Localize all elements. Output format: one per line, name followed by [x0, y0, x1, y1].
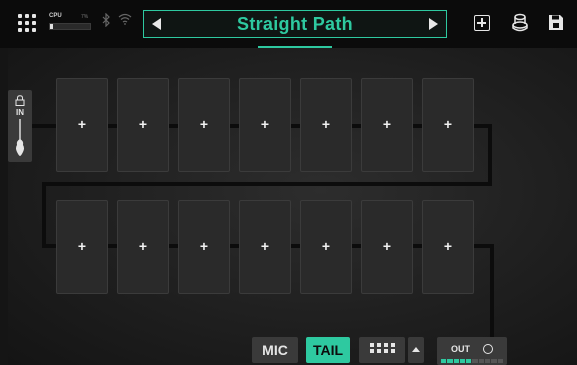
wire-right-down-2 [490, 244, 494, 341]
add-block-plus: + [199, 116, 209, 132]
tuner-icon[interactable] [511, 13, 529, 33]
add-block-plus: + [382, 116, 392, 132]
apps-grid-icon[interactable] [18, 14, 36, 32]
next-preset-icon[interactable] [429, 18, 438, 30]
meter-segment [459, 359, 466, 363]
mic-button[interactable]: MIC [252, 337, 298, 363]
save-icon[interactable] [548, 14, 564, 31]
input-label: IN [16, 108, 24, 117]
add-block-plus: + [260, 238, 270, 254]
add-block-plus: + [138, 116, 148, 132]
add-block-plus: + [443, 116, 453, 132]
meter-segment [478, 359, 485, 363]
meter-segment [441, 359, 447, 363]
block-slot[interactable]: + [239, 200, 291, 294]
cpu-label: CPU [49, 13, 62, 19]
block-slot[interactable]: + [300, 200, 352, 294]
block-slot[interactable]: + [178, 200, 230, 294]
tail-button[interactable]: TAIL [306, 337, 350, 363]
previous-preset-icon[interactable] [152, 18, 161, 30]
meter-segment [485, 359, 491, 363]
add-block-plus: + [382, 238, 392, 254]
block-slot[interactable]: + [239, 78, 291, 172]
add-block-plus: + [321, 238, 331, 254]
meter-segment [466, 359, 472, 363]
add-block-plus: + [199, 238, 209, 254]
add-block-plus: + [77, 116, 87, 132]
block-slot[interactable]: + [422, 200, 474, 294]
meter-segment [447, 359, 453, 363]
block-slot[interactable]: + [300, 78, 352, 172]
add-block-icon[interactable] [474, 15, 490, 31]
block-slot[interactable]: + [422, 78, 474, 172]
add-block-plus: + [321, 116, 331, 132]
layout-grid-icon [370, 343, 395, 353]
wifi-icon [118, 13, 132, 25]
wire-left-down [42, 182, 46, 248]
block-slot[interactable]: + [178, 78, 230, 172]
block-slot[interactable]: + [56, 78, 108, 172]
wire-return [42, 182, 492, 186]
add-block-plus: + [138, 238, 148, 254]
preset-name[interactable]: Straight Path [174, 14, 416, 35]
layout-grid-button[interactable] [359, 337, 405, 363]
add-block-plus: + [77, 238, 87, 254]
block-slot[interactable]: + [117, 78, 169, 172]
add-block-plus: + [260, 116, 270, 132]
block-slot[interactable]: + [117, 200, 169, 294]
lock-icon[interactable] [15, 95, 25, 106]
output-block[interactable]: OUT [437, 337, 507, 365]
preset-selector: Straight Path [143, 10, 447, 38]
wire-right-down-1 [488, 124, 492, 186]
output-level-meter [441, 359, 503, 363]
meter-segment [472, 359, 478, 363]
cpu-bar-fill [50, 24, 53, 29]
meter-segment [453, 359, 459, 363]
guitar-icon [16, 119, 24, 156]
meter-segment [497, 359, 503, 363]
output-ring-icon [483, 344, 493, 354]
top-bar: CPU 7% Straight Path [0, 0, 577, 48]
meter-segment [491, 359, 497, 363]
bluetooth-icon [102, 13, 110, 27]
block-slot[interactable]: + [361, 200, 413, 294]
cpu-percent: 7% [81, 14, 89, 20]
expand-up-button[interactable] [408, 337, 424, 363]
output-label: OUT [451, 344, 470, 354]
block-slot[interactable]: + [56, 200, 108, 294]
input-tab[interactable]: IN [8, 90, 32, 162]
cpu-bar [49, 23, 91, 30]
add-block-plus: + [443, 238, 453, 254]
block-slot[interactable]: + [361, 78, 413, 172]
